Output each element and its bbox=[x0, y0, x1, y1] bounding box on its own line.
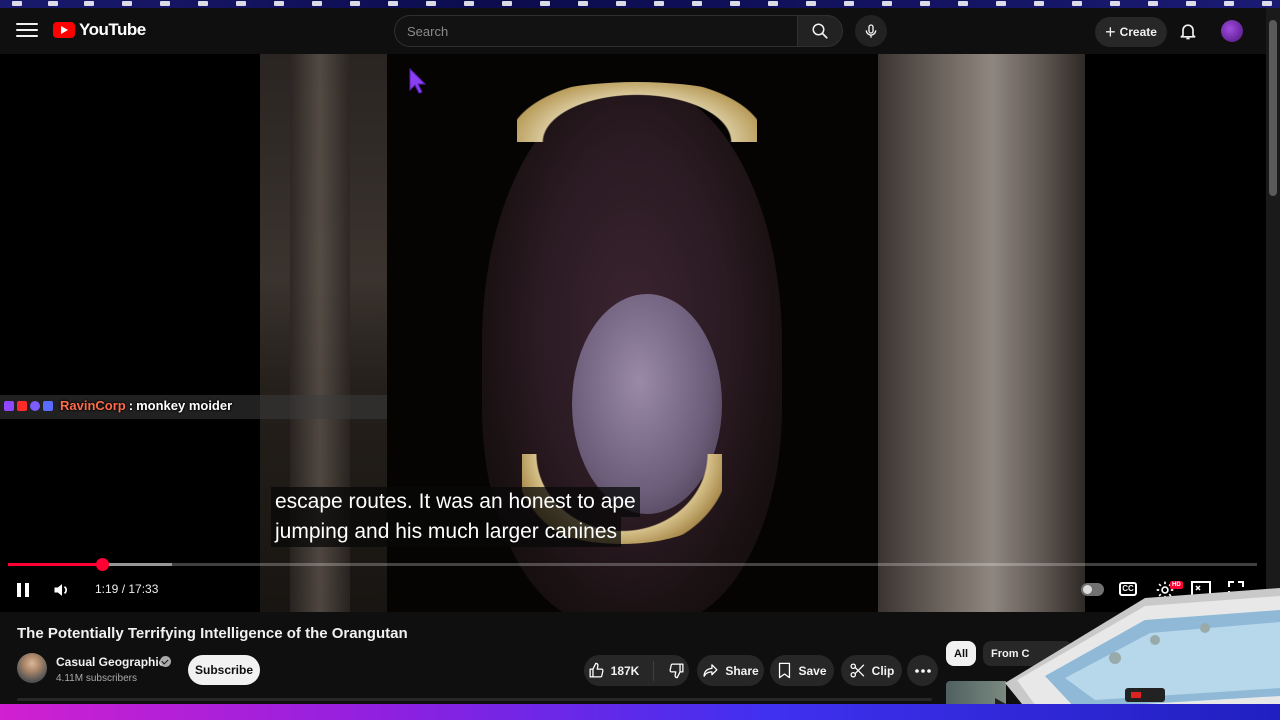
progress-scrubber[interactable] bbox=[95, 558, 109, 571]
search-box bbox=[394, 15, 799, 47]
like-dislike-group: 187K bbox=[584, 655, 689, 686]
bookmark-icon bbox=[779, 662, 791, 679]
volume-icon[interactable] bbox=[52, 580, 72, 600]
bell-icon bbox=[1180, 24, 1196, 40]
video-title: The Potentially Terrifying Intelligence … bbox=[17, 625, 408, 642]
upper-teeth-image bbox=[517, 82, 757, 142]
stream-overlay-strip bbox=[0, 0, 1280, 8]
plus-icon: + bbox=[1105, 22, 1116, 42]
scrollbar-thumb[interactable] bbox=[1269, 20, 1277, 196]
create-button[interactable]: + Create bbox=[1095, 17, 1167, 47]
stream-bottom-bar bbox=[0, 704, 1280, 720]
twitch-badge-icon bbox=[4, 400, 14, 411]
subscriber-count: 4.11M subscribers bbox=[56, 673, 137, 684]
hot-tub-overlay-image bbox=[995, 588, 1280, 720]
dislike-button[interactable] bbox=[660, 662, 685, 679]
description-edge bbox=[17, 698, 932, 701]
captions: escape routes. It was an honest to ape j… bbox=[271, 487, 640, 547]
share-button[interactable]: Share bbox=[697, 655, 764, 686]
caption-line: escape routes. It was an honest to ape bbox=[271, 487, 640, 517]
search-button[interactable] bbox=[797, 15, 843, 47]
clip-label: Clip bbox=[871, 663, 895, 678]
share-label: Share bbox=[725, 663, 759, 678]
youtube-logo[interactable]: YouTube bbox=[53, 20, 146, 40]
verified-icon bbox=[160, 656, 171, 667]
masthead: YouTube + Create bbox=[0, 8, 1266, 54]
like-button[interactable]: 187K bbox=[588, 660, 655, 681]
account-avatar[interactable] bbox=[1221, 20, 1243, 42]
search-icon bbox=[812, 23, 828, 39]
voice-search-button[interactable] bbox=[855, 15, 887, 47]
search-input[interactable] bbox=[395, 16, 799, 46]
progress-played bbox=[8, 563, 102, 566]
chat-text: monkey moider bbox=[136, 398, 233, 413]
youtube-play-icon bbox=[53, 22, 75, 38]
progress-bar[interactable] bbox=[8, 558, 1257, 571]
kick-badge-icon bbox=[43, 400, 53, 411]
caption-line: jumping and his much larger canines bbox=[271, 517, 622, 547]
create-label: Create bbox=[1119, 25, 1157, 39]
thumbs-down-icon bbox=[669, 663, 684, 679]
mouse-cursor-icon bbox=[409, 68, 427, 94]
channel-name[interactable]: Casual Geographic bbox=[56, 655, 165, 669]
time-display: 1:19 / 17:33 bbox=[95, 582, 159, 596]
like-count: 187K bbox=[610, 663, 640, 678]
pause-icon[interactable] bbox=[16, 582, 30, 598]
scissors-icon bbox=[850, 663, 864, 678]
channel-avatar[interactable] bbox=[17, 653, 47, 683]
video-right-blur bbox=[878, 54, 1085, 612]
chat-separator: : bbox=[128, 398, 134, 413]
chat-message: RavinCorp : monkey moider bbox=[4, 398, 232, 413]
more-horizontal-icon bbox=[914, 668, 931, 673]
clip-button[interactable]: Clip bbox=[841, 655, 902, 686]
subscribe-button[interactable]: Subscribe bbox=[188, 655, 260, 685]
thumbs-up-icon bbox=[589, 662, 604, 678]
emote-badge-icon bbox=[30, 400, 40, 411]
save-label: Save bbox=[798, 663, 827, 678]
menu-icon[interactable] bbox=[16, 19, 38, 41]
logo-text: YouTube bbox=[79, 20, 146, 39]
youtube-badge-icon bbox=[17, 400, 27, 411]
more-actions-button[interactable] bbox=[907, 655, 938, 686]
chip-all[interactable]: All bbox=[946, 641, 977, 666]
microphone-icon bbox=[865, 24, 877, 38]
share-icon bbox=[703, 664, 718, 677]
notifications-button[interactable] bbox=[1178, 20, 1200, 42]
chat-username: RavinCorp bbox=[60, 398, 126, 413]
save-button[interactable]: Save bbox=[770, 655, 834, 686]
